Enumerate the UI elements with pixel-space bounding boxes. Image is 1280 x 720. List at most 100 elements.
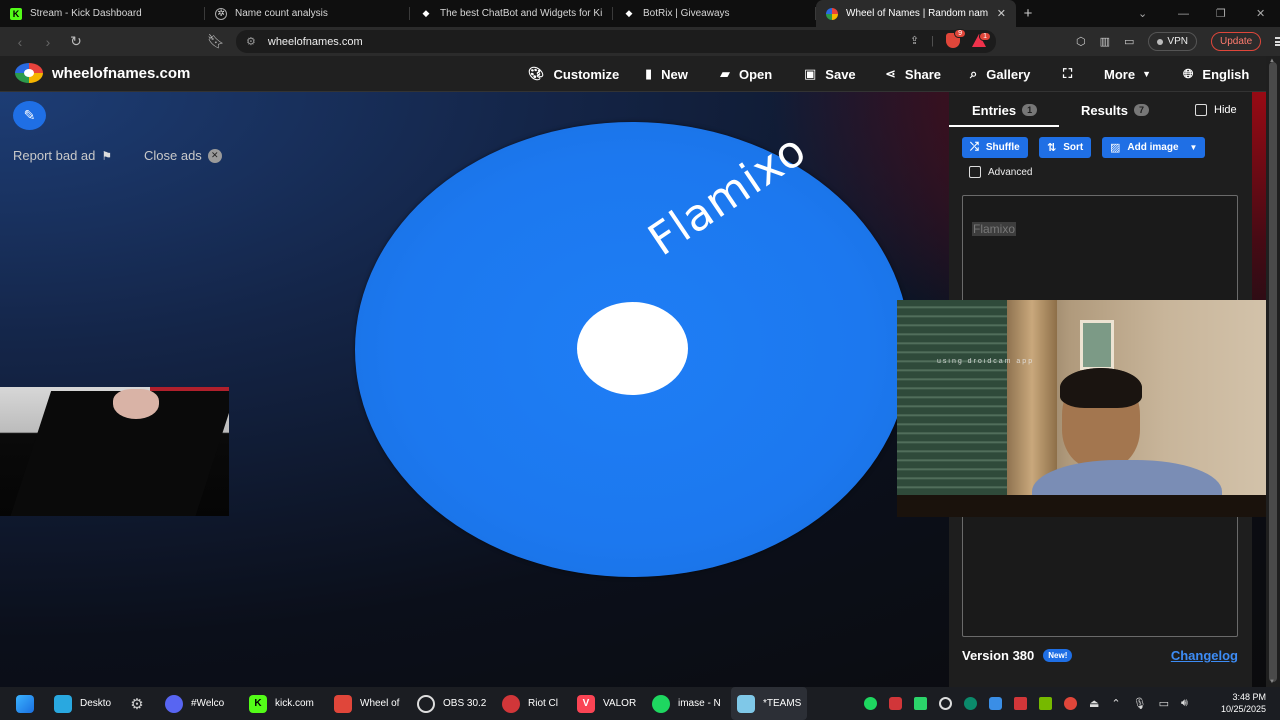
entries-count-badge: 1: [1022, 104, 1038, 116]
battery-tray-icon[interactable]: [914, 697, 927, 710]
language-button[interactable]: 🌐︎ English: [1183, 56, 1249, 92]
obs-tray-icon[interactable]: [939, 697, 952, 710]
new-tab-button[interactable]: +: [1016, 5, 1040, 22]
sort-icon: ⇅: [1047, 142, 1057, 154]
sort-button[interactable]: ⇅ Sort: [1039, 137, 1092, 158]
bookmark-icon[interactable]: 🔖︎: [202, 33, 230, 50]
report-bad-ad-link[interactable]: Report bad ad ⚑: [13, 148, 112, 163]
kick-icon: K: [10, 7, 22, 20]
close-tab-icon[interactable]: ✕: [991, 7, 1006, 20]
taskbar-discord[interactable]: #Welco: [165, 687, 235, 720]
shuffle-button[interactable]: ⤮ Shuffle: [962, 137, 1028, 158]
tab-botrix-chatbot[interactable]: ◆ The best ChatBot and Widgets for Ki: [410, 0, 613, 27]
logo-wheel-icon: [15, 63, 43, 83]
url-text: wheelofnames.com: [267, 35, 363, 48]
advanced-toggle[interactable]: Advanced: [969, 166, 1032, 178]
usb-icon[interactable]: ⏏: [1089, 697, 1099, 710]
spotify-tray-icon[interactable]: [864, 697, 877, 710]
taskbar-settings[interactable]: ⚙: [128, 687, 154, 720]
update-button[interactable]: Update: [1210, 32, 1262, 51]
advanced-checkbox[interactable]: [969, 166, 981, 178]
globe-icon: 🌐︎: [1183, 66, 1194, 81]
changelog-link[interactable]: Changelog: [1171, 648, 1238, 663]
caret-down-icon: ▼: [1189, 143, 1198, 152]
hide-checkbox[interactable]: [1195, 104, 1207, 116]
save-button[interactable]: ▣ Save: [804, 56, 856, 92]
close-window-button[interactable]: ✕: [1256, 0, 1265, 27]
customize-button[interactable]: 🎨︎ Customize: [528, 56, 619, 92]
pencil-icon: ✎: [23, 107, 36, 123]
volume-icon[interactable]: 🔊︎: [1181, 697, 1188, 710]
spotify-icon: [652, 694, 670, 713]
open-button[interactable]: ▰ Open: [720, 56, 772, 92]
reload-button[interactable]: ↻: [62, 33, 90, 50]
folder-open-icon: ▰: [720, 66, 730, 81]
floppy-icon: ▣: [804, 66, 817, 81]
page-scrollbar[interactable]: ▲ ▼: [1266, 56, 1280, 687]
botrix-icon: ◆: [625, 8, 633, 18]
riot-icon: [502, 694, 520, 713]
taskbar-clock[interactable]: 3:48 PM 10/25/2025: [1221, 691, 1266, 715]
tab-botrix-giveaways[interactable]: ◆ BotRix | Giveaways: [613, 0, 816, 27]
menu-icon[interactable]: [1275, 37, 1280, 46]
edit-pencil-button[interactable]: ✎: [13, 101, 46, 130]
microphone-icon[interactable]: 🎙︎: [1133, 697, 1147, 710]
brave-rewards-icon[interactable]: 1: [972, 32, 991, 47]
fullscreen-button[interactable]: ⛶: [1063, 56, 1081, 92]
brave-shield-icon[interactable]: 9: [946, 29, 966, 48]
gallery-button[interactable]: ⌕ Gallery: [970, 56, 1030, 92]
sidebar-icon[interactable]: ▥: [1100, 35, 1110, 48]
scroll-down-arrow[interactable]: ▼: [1269, 679, 1275, 685]
wheel-stage: ✎ Report bad ad ⚑ Close ads ✕ Flamixo Entr…: [0, 92, 1266, 687]
site-settings-icon[interactable]: ⚙︎: [246, 35, 256, 48]
network-icon[interactable]: ▭: [1159, 697, 1169, 710]
tab-kick-dashboard[interactable]: K Stream - Kick Dashboard: [0, 0, 205, 27]
wheel-center-hub[interactable]: [577, 302, 688, 395]
maximize-button[interactable]: ❐: [1216, 0, 1226, 27]
chevron-up-icon[interactable]: ⌃: [1111, 697, 1120, 710]
wallet-icon[interactable]: ▭: [1124, 35, 1134, 48]
discord-icon: [165, 694, 183, 713]
hide-toggle[interactable]: Hide: [1195, 92, 1237, 128]
taskbar-spotify[interactable]: imase - N: [652, 687, 724, 720]
shuffle-icon: ⤮: [970, 141, 979, 153]
chevron-down-icon[interactable]: ⌄: [1138, 0, 1147, 27]
close-ads-link[interactable]: Close ads ✕: [144, 148, 222, 163]
back-button[interactable]: ‹: [6, 34, 34, 50]
site-logo[interactable]: wheelofnames.com: [15, 63, 190, 83]
taskbar-riot[interactable]: Riot Cl: [502, 687, 564, 720]
riot-tray-icon[interactable]: [889, 697, 902, 710]
share-page-icon[interactable]: ⇪: [910, 34, 919, 47]
address-bar[interactable]: ⚙︎ wheelofnames.com ⇪ | 9 1: [236, 29, 996, 53]
tab-wheel-of-names[interactable]: Wheel of Names | Random nam ✕: [816, 0, 1016, 27]
minimize-button[interactable]: —: [1178, 0, 1189, 27]
wheelofnames-icon: [826, 7, 838, 20]
browser-tab-strip: K Stream - Kick Dashboard ✲ Name count a…: [0, 0, 1280, 27]
taskbar-valorant[interactable]: V VALOR: [577, 687, 641, 720]
tab-label: BotRix | Giveaways: [643, 8, 730, 19]
share-button[interactable]: ⋖ Share: [885, 56, 941, 92]
taskbar-brave[interactable]: Wheel of: [334, 687, 404, 720]
nvidia-tray-icon[interactable]: [1039, 697, 1052, 710]
tab-name-count-analysis[interactable]: ✲ Name count analysis: [205, 0, 410, 27]
new-button[interactable]: ▮ New: [645, 56, 688, 92]
tab-results[interactable]: Results 7: [1081, 92, 1149, 128]
extensions-icon[interactable]: ⬡: [1076, 35, 1086, 48]
vpn-button[interactable]: VPN: [1148, 32, 1197, 51]
xbox-tray-icon[interactable]: [964, 697, 977, 710]
forward-button[interactable]: ›: [34, 34, 62, 50]
scroll-thumb[interactable]: [1269, 62, 1277, 682]
taskbar-desktop[interactable]: Deskto: [54, 687, 114, 720]
tab-entries[interactable]: Entries 1: [972, 92, 1038, 128]
start-button[interactable]: [16, 687, 42, 720]
notepad-icon: [737, 694, 755, 713]
version-label: Version 380 New!: [962, 648, 1073, 663]
taskbar-obs[interactable]: OBS 30.2: [417, 687, 491, 720]
riot-client-tray-icon[interactable]: [1014, 697, 1027, 710]
taskbar-notepad[interactable]: *TEAMS: [731, 687, 807, 720]
add-image-button[interactable]: ▨ Add image ▼: [1102, 137, 1206, 158]
record-tray-icon[interactable]: [1064, 697, 1077, 710]
more-menu-button[interactable]: More ▼: [1104, 56, 1151, 92]
taskbar-kick[interactable]: Kkick.com: [249, 687, 321, 720]
droidcam-tray-icon[interactable]: [989, 697, 1002, 710]
